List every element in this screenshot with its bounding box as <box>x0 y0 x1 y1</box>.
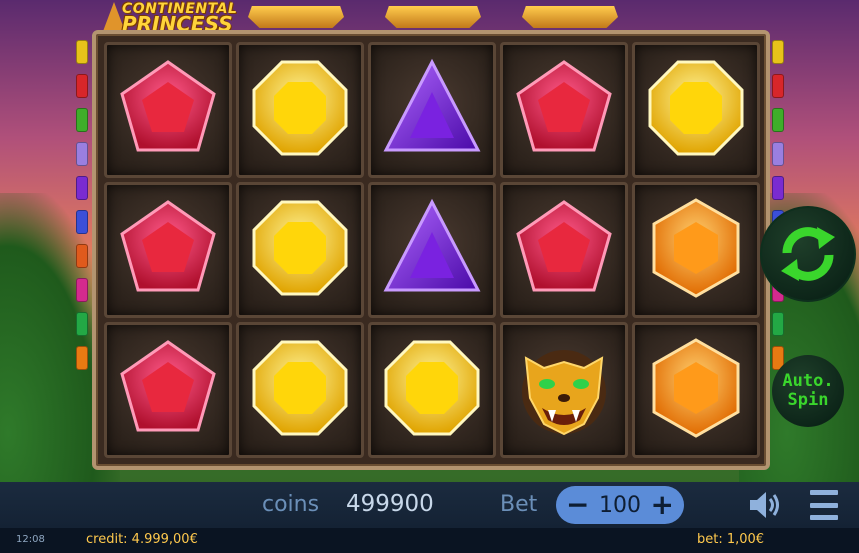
reel-cell <box>500 322 628 458</box>
reel-cell <box>632 182 760 318</box>
bet-decrease-button[interactable]: − <box>566 491 589 519</box>
payline-marker <box>76 142 88 166</box>
yellow-octagon-gem-icon <box>250 198 350 302</box>
purple-triangle-gem-icon <box>382 58 482 162</box>
reel-cell <box>104 42 232 178</box>
payline-marker <box>76 108 88 132</box>
purple-triangle-gem-icon <box>382 198 482 302</box>
red-pentagon-gem-icon <box>118 198 218 302</box>
payline-marker <box>772 40 784 64</box>
reel-cell <box>632 322 760 458</box>
bet-value: 100 <box>599 492 641 518</box>
reel-frame <box>92 30 770 470</box>
payline-marker <box>772 142 784 166</box>
payline-marker <box>76 278 88 302</box>
payline-marker <box>76 40 88 64</box>
bet-label: Bet <box>500 492 538 517</box>
payline-marker <box>76 74 88 98</box>
coins-label: coins <box>262 492 320 517</box>
gold-plate-decoration <box>248 6 344 28</box>
reel-cell <box>500 182 628 318</box>
bottom-control-bar: coins 499900 Bet − 100 + <box>0 482 859 528</box>
gold-plate-decoration <box>522 6 618 28</box>
orange-hexagon-gem-icon <box>646 198 746 302</box>
reel-cell <box>368 42 496 178</box>
payline-marker <box>772 108 784 132</box>
bet-display: bet: 1,00€ <box>697 532 765 547</box>
red-pentagon-gem-icon <box>514 58 614 162</box>
gold-plate-decoration <box>385 6 481 28</box>
orange-hexagon-gem-icon <box>646 338 746 442</box>
status-bar: 12:08 credit: 4.999,00€ bet: 1,00€ <box>0 528 859 553</box>
red-pentagon-gem-icon <box>514 198 614 302</box>
spin-button[interactable] <box>760 206 856 302</box>
golden-jaguar-head-icon <box>514 338 614 442</box>
reel-cell <box>236 322 364 458</box>
reel-cell <box>236 182 364 318</box>
reel-cell <box>632 42 760 178</box>
payline-marker <box>772 74 784 98</box>
payline-marker <box>76 346 88 370</box>
yellow-octagon-gem-icon <box>382 338 482 442</box>
reel-cell <box>500 42 628 178</box>
payline-marker <box>76 210 88 234</box>
reel-cell <box>104 322 232 458</box>
payline-marker <box>76 176 88 200</box>
refresh-arrows-icon <box>781 227 835 281</box>
payline-markers-left <box>76 40 90 380</box>
autospin-label-line1: Auto. <box>782 371 834 392</box>
coins-value: 499900 <box>346 491 434 517</box>
payline-markers-right <box>772 40 786 380</box>
reel-cell <box>368 182 496 318</box>
bet-stepper: − 100 + <box>556 486 684 524</box>
reel-cell <box>368 322 496 458</box>
yellow-octagon-gem-icon <box>250 58 350 162</box>
credit-display: credit: 4.999,00€ <box>86 532 198 547</box>
red-pentagon-gem-icon <box>118 58 218 162</box>
autospin-label-line2: Spin <box>787 390 829 410</box>
menu-icon[interactable] <box>810 490 838 520</box>
yellow-octagon-gem-icon <box>250 338 350 442</box>
payline-marker <box>76 244 88 268</box>
yellow-octagon-gem-icon <box>646 58 746 162</box>
reel-cell <box>104 182 232 318</box>
red-pentagon-gem-icon <box>118 338 218 442</box>
clock-time: 12:08 <box>16 534 45 545</box>
sound-icon[interactable] <box>748 490 782 520</box>
reel-cell <box>236 42 364 178</box>
payline-marker <box>76 312 88 336</box>
reel-grid <box>104 42 760 458</box>
payline-marker <box>772 312 784 336</box>
autospin-button[interactable]: Auto. Spin <box>772 355 844 427</box>
bet-increase-button[interactable]: + <box>651 491 674 519</box>
payline-marker <box>772 176 784 200</box>
